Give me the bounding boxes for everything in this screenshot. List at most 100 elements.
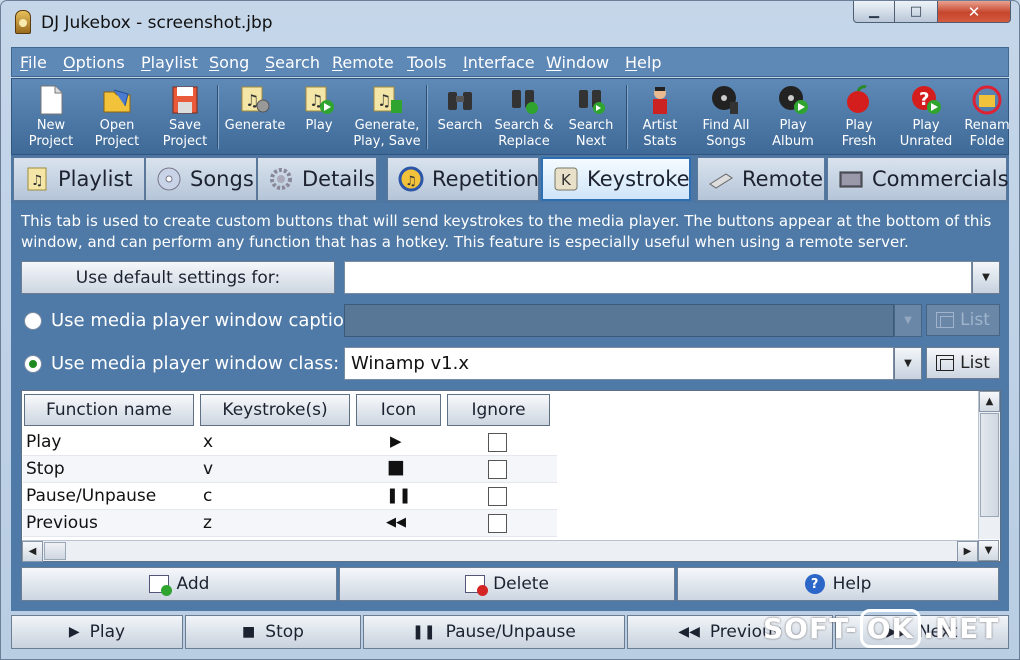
column-header-keystrokes[interactable]: Keystroke(s) <box>200 394 350 426</box>
menu-tools[interactable]: Tools <box>407 53 446 72</box>
menu-options[interactable]: Options <box>63 53 125 72</box>
table-row[interactable]: Previous z ◀◀ <box>23 510 557 537</box>
toolbar-label: Project <box>162 134 208 149</box>
caption-list-button[interactable]: List <box>926 304 1000 336</box>
stop-icon: ■ <box>387 456 405 478</box>
search-replace-button[interactable]: Search & Replace <box>492 81 556 153</box>
menu-bar: File Options Playlist Song Search Remote… <box>11 47 1009 77</box>
keystroke-icon: K <box>553 166 579 192</box>
default-settings-dropdown-arrow[interactable]: ▼ <box>972 261 1000 294</box>
toolbar-label: Project <box>28 134 74 149</box>
generate-play-save-button[interactable]: ♫ Generate, Play, Save <box>352 81 422 153</box>
toolbar-label: Play <box>845 118 873 133</box>
toolbar-separator <box>426 85 428 149</box>
class-list-button[interactable]: List <box>926 347 1000 379</box>
save-project-button[interactable]: Save Project <box>158 81 212 153</box>
tab-commercials[interactable]: Commercials <box>827 157 1009 201</box>
artist-stats-button[interactable]: Artist Stats <box>634 81 686 153</box>
open-project-button[interactable]: Open Project <box>90 81 144 153</box>
class-dropdown-arrow[interactable]: ▼ <box>894 347 922 380</box>
minimize-button[interactable]: ▁ <box>853 1 895 23</box>
horizontal-scrollbar[interactable]: ◀ ▶ <box>22 540 978 562</box>
play-album-button[interactable]: Play Album <box>766 81 820 153</box>
scroll-right-arrow[interactable]: ▶ <box>957 541 978 562</box>
vertical-scrollbar[interactable]: ▲ <box>978 391 1000 539</box>
watermark-text: OK <box>859 609 922 648</box>
caption-dropdown-arrow[interactable]: ▼ <box>894 304 922 337</box>
toolbar-label: Folde <box>969 134 1005 149</box>
search-next-button[interactable]: Search Next <box>564 81 618 153</box>
toolbar-label: Play <box>779 118 807 133</box>
maximize-button[interactable]: □ <box>894 1 938 23</box>
add-label: Add <box>176 574 210 594</box>
scroll-down-arrow[interactable]: ▼ <box>978 540 999 561</box>
toolbar-label: New <box>36 118 66 133</box>
play-fresh-button[interactable]: Play Fresh <box>832 81 886 153</box>
tab-details[interactable]: Details <box>257 157 377 201</box>
toolbar-label: Generate, <box>354 118 420 133</box>
table-row[interactable]: Stop v ■ <box>23 456 557 483</box>
toolbar-label: Play <box>912 118 940 133</box>
scroll-left-arrow[interactable]: ◀ <box>22 541 43 562</box>
delete-button[interactable]: Delete <box>339 567 675 601</box>
menu-song[interactable]: Song <box>209 53 249 72</box>
play-icon: ▶ <box>390 432 402 450</box>
new-project-button[interactable]: New Project <box>24 81 78 153</box>
tab-label: Keystroke <box>587 167 690 191</box>
vertical-scroll-thumb[interactable] <box>980 413 999 517</box>
help-button[interactable]: ? Help <box>677 567 999 601</box>
menu-interface[interactable]: Interface <box>463 53 535 72</box>
menu-search[interactable]: Search <box>265 53 320 72</box>
ignore-checkbox[interactable] <box>488 514 507 533</box>
search-replace-icon <box>508 84 540 116</box>
generate-icon: ♫ <box>239 84 271 116</box>
search-next-icon <box>575 84 607 116</box>
column-header-ignore[interactable]: Ignore <box>447 394 550 426</box>
use-default-settings-button[interactable]: Use default settings for: <box>21 261 335 294</box>
list-icon <box>936 312 955 328</box>
class-radio[interactable] <box>24 355 42 373</box>
pause-icon: ❚❚ <box>412 624 436 640</box>
class-dropdown[interactable]: Winamp v1.x <box>344 347 894 380</box>
jukebox-app-icon <box>15 10 31 34</box>
caption-dropdown[interactable] <box>344 304 894 337</box>
tab-songs[interactable]: Songs <box>145 157 257 201</box>
tab-repetition[interactable]: ♫ Repetition <box>387 157 539 201</box>
menu-window[interactable]: Window <box>546 53 609 72</box>
add-button[interactable]: Add <box>21 567 337 601</box>
menu-file[interactable]: File <box>20 53 47 72</box>
column-header-icon[interactable]: Icon <box>356 394 441 426</box>
menu-help[interactable]: Help <box>625 53 661 72</box>
add-icon <box>148 575 172 596</box>
tab-remote[interactable]: Remote <box>697 157 825 201</box>
keystroke-cell: z <box>203 513 212 533</box>
player-play-button[interactable]: ▶ Play <box>11 615 183 649</box>
tab-keystroke[interactable]: K Keystroke <box>541 157 691 201</box>
toolbar-label: Save <box>169 118 201 133</box>
toolbar-label: Find All <box>702 118 750 133</box>
search-button[interactable]: Search <box>432 81 488 153</box>
ignore-checkbox[interactable] <box>488 487 507 506</box>
menu-remote[interactable]: Remote <box>332 53 394 72</box>
find-all-songs-button[interactable]: Find All Songs <box>696 81 756 153</box>
play-button[interactable]: ♫ Play <box>294 81 344 153</box>
scroll-up-arrow[interactable]: ▲ <box>979 391 1000 412</box>
column-header-function-name[interactable]: Function name <box>24 394 194 426</box>
default-settings-dropdown[interactable] <box>344 261 972 294</box>
caption-radio[interactable] <box>24 312 42 330</box>
table-row[interactable]: Play x ▶ <box>23 429 557 456</box>
generate-button[interactable]: ♫ Generate <box>222 81 288 153</box>
play-unrated-button[interactable]: ? Play Unrated <box>894 81 958 153</box>
window-title: DJ Jukebox - screenshot.jbp <box>41 13 273 33</box>
tab-playlist[interactable]: ♫ Playlist <box>13 157 145 201</box>
ignore-checkbox[interactable] <box>488 460 507 479</box>
menu-playlist[interactable]: Playlist <box>141 53 198 72</box>
help-icon: ? <box>804 574 825 594</box>
close-button[interactable]: ✕ <box>937 1 1011 23</box>
table-row[interactable]: Pause/Unpause c ❚❚ <box>23 483 557 510</box>
horizontal-scroll-thumb[interactable] <box>44 542 66 560</box>
player-pause-button[interactable]: ❚❚ Pause/Unpause <box>363 615 625 649</box>
rename-folder-button[interactable]: Renam Folde <box>964 81 1010 153</box>
player-stop-button[interactable]: ■ Stop <box>185 615 361 649</box>
ignore-checkbox[interactable] <box>488 433 507 452</box>
